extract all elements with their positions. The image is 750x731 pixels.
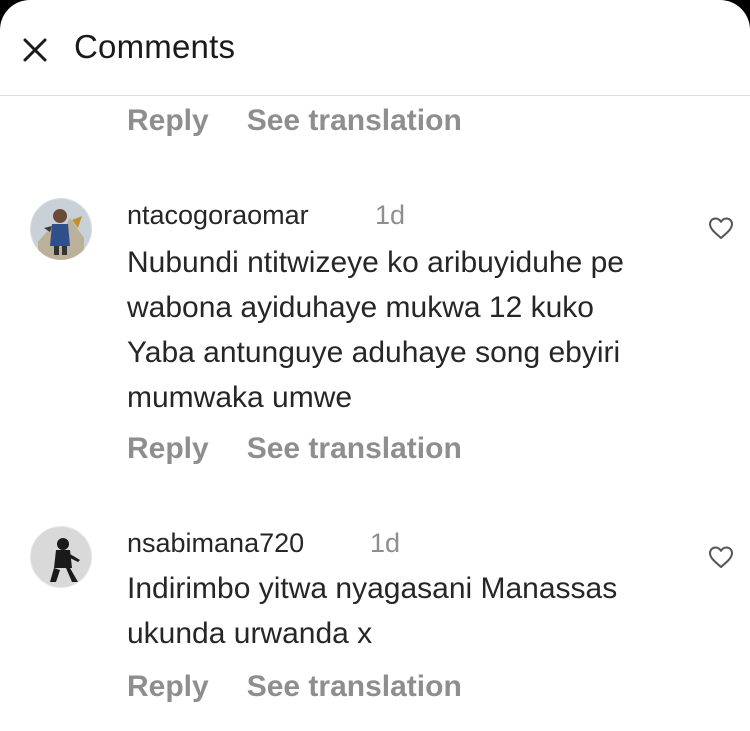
close-icon — [23, 38, 47, 62]
comment-text: Nubundi ntitwizeye ko aribuyiduhe pe wab… — [127, 240, 687, 420]
comment-username[interactable]: nsabimana720 — [127, 528, 304, 559]
see-translation-button[interactable]: See translation — [247, 432, 462, 466]
comment-timestamp: 1d — [375, 200, 406, 230]
comment-username[interactable]: ntacogoraomar — [127, 200, 309, 231]
comment-line: mumwaka umwe — [127, 381, 353, 414]
comment-line: wabona ayiduhaye mukwa 12 kuko — [127, 291, 594, 324]
comment-actions: Reply See translation — [127, 104, 462, 138]
comment-line: Indirimbo yitwa nyagasani Manassas — [127, 572, 618, 605]
comment-line: ukunda urwanda x — [127, 617, 373, 650]
see-translation-button[interactable]: See translation — [247, 670, 462, 704]
reply-button[interactable]: Reply — [127, 432, 209, 466]
like-button[interactable] — [708, 545, 734, 569]
avatar[interactable] — [30, 198, 92, 260]
avatar-image — [30, 526, 92, 588]
reply-button[interactable]: Reply — [127, 104, 209, 138]
reply-button[interactable]: Reply — [127, 670, 209, 704]
comment-actions: Reply See translation — [127, 432, 462, 466]
heart-icon — [709, 217, 733, 239]
comments-sheet: Comments Reply See translation ntacogora… — [0, 0, 750, 731]
comments-header: Comments — [0, 0, 750, 96]
comment-timestamp: 1d — [370, 528, 401, 558]
comment-actions: Reply See translation — [127, 670, 462, 704]
like-button[interactable] — [708, 216, 734, 240]
heart-icon — [709, 546, 733, 568]
close-button[interactable] — [18, 33, 52, 67]
comment-line: Nubundi ntitwizeye ko aribuyiduhe pe — [127, 246, 624, 279]
comment-line: Yaba antunguye aduhaye song ebyiri — [127, 336, 621, 369]
see-translation-button[interactable]: See translation — [247, 104, 462, 138]
comment-text: Indirimbo yitwa nyagasani Manassas ukund… — [127, 566, 687, 656]
page-title: Comments — [74, 28, 236, 65]
avatar[interactable] — [30, 526, 92, 588]
avatar-image — [30, 198, 92, 260]
